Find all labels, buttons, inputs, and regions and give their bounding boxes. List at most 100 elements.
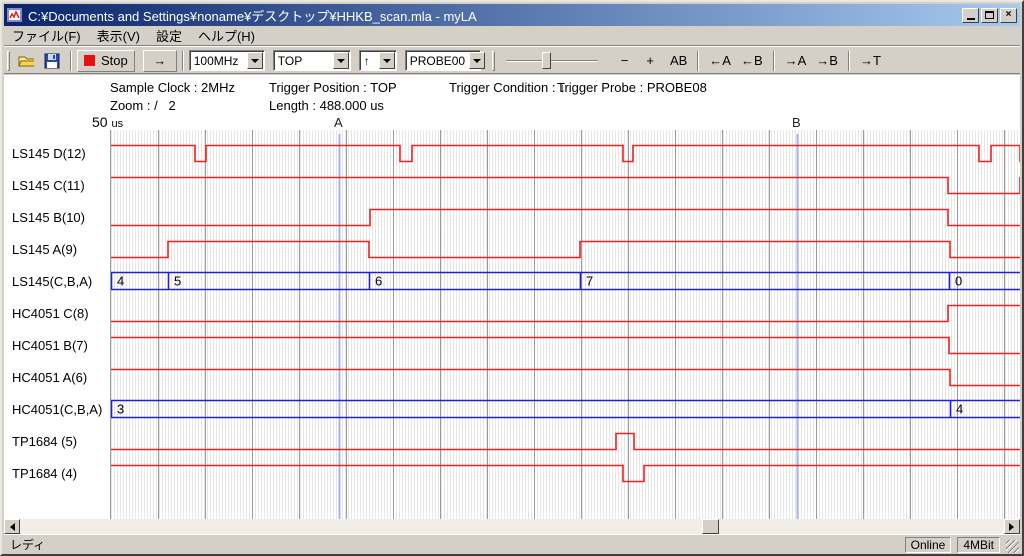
waveform-plot: 4 5 6 7 0 3 4 bbox=[111, 130, 1020, 519]
channel-label[interactable]: HC4051 A(6) bbox=[12, 370, 87, 386]
channel-label[interactable]: LS145(C,B,A) bbox=[12, 274, 92, 290]
channel-label[interactable]: LS145 B(10) bbox=[12, 210, 85, 226]
trigger-position-combo[interactable]: TOP bbox=[273, 50, 351, 71]
scroll-right-button[interactable] bbox=[1004, 519, 1020, 534]
bus-value: 4 bbox=[956, 402, 963, 417]
run-arrow-icon: → bbox=[153, 53, 166, 68]
toolbar-separator bbox=[697, 51, 699, 71]
bus-value: 0 bbox=[955, 274, 962, 289]
status-bar: レディ Online 4MBit bbox=[4, 534, 1020, 554]
channel-label[interactable]: LS145 A(9) bbox=[12, 242, 77, 258]
toolbar-separator bbox=[848, 51, 850, 71]
menu-help[interactable]: ヘルプ(H) bbox=[190, 24, 263, 47]
goto-b-button[interactable]: ←B bbox=[736, 50, 768, 72]
toolbar-separator bbox=[182, 51, 184, 71]
minimize-button[interactable] bbox=[962, 8, 979, 23]
save-floppy-icon bbox=[44, 53, 60, 69]
toolbar-separator bbox=[70, 51, 72, 71]
goto-a-button[interactable]: ←A bbox=[704, 50, 736, 72]
info-trigger-condition: Trigger Condition : ↓ bbox=[449, 80, 566, 95]
channel-label[interactable]: HC4051 C(8) bbox=[12, 306, 89, 322]
run-button[interactable]: → bbox=[143, 50, 177, 72]
stop-button[interactable]: Stop bbox=[77, 50, 135, 72]
capture-view: Sample Clock : 2MHz Trigger Position : T… bbox=[4, 75, 1020, 519]
toolbar: Stop → 100MHz TOP ↑ PROBE00 − + AB bbox=[4, 48, 1020, 74]
signal-trace bbox=[111, 178, 1020, 194]
channel-label[interactable]: HC4051 B(7) bbox=[12, 338, 88, 354]
menu-settings[interactable]: 設定 bbox=[148, 24, 190, 47]
waveform-grid[interactable]: 4 5 6 7 0 3 4 bbox=[110, 130, 1020, 519]
signal-trace bbox=[111, 146, 1020, 162]
zoom-in-button[interactable]: + bbox=[641, 50, 659, 72]
scroll-left-button[interactable] bbox=[4, 519, 20, 534]
info-trigger-position: Trigger Position : TOP bbox=[269, 80, 397, 95]
channel-label[interactable]: HC4051(C,B,A) bbox=[12, 402, 102, 418]
app-icon bbox=[7, 7, 23, 23]
marker-a-label: A bbox=[334, 115, 343, 130]
menu-file[interactable]: ファイル(F) bbox=[4, 24, 89, 47]
horizontal-scrollbar[interactable] bbox=[4, 519, 1020, 534]
channel-label[interactable]: LS145 C(11) bbox=[12, 178, 85, 194]
maximize-button[interactable] bbox=[981, 8, 998, 23]
channel-label[interactable]: LS145 D(12) bbox=[12, 146, 86, 162]
info-zoom: Zoom : / 2 bbox=[110, 98, 176, 113]
info-length: Length : 488.000 us bbox=[269, 98, 384, 113]
title-bar[interactable]: C:¥Documents and Settings¥noname¥デスクトップ¥… bbox=[4, 4, 1020, 26]
toolbar-grip[interactable] bbox=[7, 51, 10, 71]
set-a-button[interactable]: →A bbox=[780, 50, 812, 72]
slider-thumb[interactable] bbox=[542, 52, 551, 69]
set-b-button[interactable]: →B bbox=[811, 50, 843, 72]
scrollbar-track[interactable] bbox=[20, 519, 1004, 534]
chevron-down-icon[interactable] bbox=[469, 52, 485, 69]
arrow-left-icon bbox=[6, 523, 15, 531]
chevron-down-icon[interactable] bbox=[379, 52, 395, 69]
status-online: Online bbox=[905, 537, 952, 553]
resize-grip-icon[interactable] bbox=[1006, 540, 1019, 553]
channel-label[interactable]: TP1684 (4) bbox=[12, 466, 77, 482]
signal-trace bbox=[111, 338, 1020, 354]
scrollbar-thumb[interactable] bbox=[702, 519, 719, 534]
info-trigger-probe: Trigger Probe : PROBE08 bbox=[557, 80, 707, 95]
signal-trace bbox=[111, 370, 1020, 386]
zoom-slider[interactable] bbox=[506, 51, 598, 71]
signal-trace bbox=[111, 210, 1020, 226]
signal-trace bbox=[111, 242, 1020, 258]
ab-button[interactable]: AB bbox=[665, 50, 692, 72]
bus-value: 3 bbox=[117, 402, 124, 417]
info-sample-clock: Sample Clock : 2MHz bbox=[110, 80, 235, 95]
marker-b-label: B bbox=[792, 115, 801, 130]
toolbar-separator bbox=[773, 51, 775, 71]
status-ready: レディ bbox=[4, 536, 905, 553]
open-file-button[interactable] bbox=[13, 50, 39, 72]
channel-label[interactable]: TP1684 (5) bbox=[12, 434, 77, 450]
bus-value: 4 bbox=[117, 274, 124, 289]
bus-value: 5 bbox=[174, 274, 181, 289]
time-scale-label: 50 us bbox=[92, 114, 123, 130]
status-memory: 4MBit bbox=[957, 537, 1000, 553]
minimize-icon bbox=[967, 18, 975, 20]
sample-clock-combo[interactable]: 100MHz bbox=[189, 50, 265, 71]
signal-trace bbox=[111, 434, 1020, 450]
arrow-right-icon bbox=[1009, 523, 1018, 531]
close-button[interactable]: × bbox=[1000, 8, 1017, 23]
signal-trace bbox=[111, 466, 1020, 482]
goto-t-button[interactable]: →T bbox=[855, 50, 886, 72]
waveform-area: 50 us LS145 D(12)LS145 C(11)LS145 B(10)L… bbox=[4, 130, 1020, 519]
chevron-down-icon[interactable] bbox=[247, 52, 263, 69]
zoom-out-button[interactable]: − bbox=[616, 50, 634, 72]
maximize-icon bbox=[985, 11, 994, 19]
save-button[interactable] bbox=[39, 50, 65, 72]
stop-icon bbox=[84, 55, 95, 66]
chevron-down-icon[interactable] bbox=[333, 52, 349, 69]
bus-value: 6 bbox=[375, 274, 382, 289]
menu-view[interactable]: 表示(V) bbox=[89, 24, 148, 47]
close-icon: × bbox=[1006, 10, 1012, 20]
trigger-edge-combo[interactable]: ↑ bbox=[359, 50, 397, 71]
app-window: C:¥Documents and Settings¥noname¥デスクトップ¥… bbox=[0, 0, 1024, 556]
window-title: C:¥Documents and Settings¥noname¥デスクトップ¥… bbox=[28, 6, 960, 25]
bus-value: 7 bbox=[586, 274, 593, 289]
menu-bar: ファイル(F) 表示(V) 設定 ヘルプ(H) bbox=[4, 26, 1020, 46]
probe-combo[interactable]: PROBE00 bbox=[405, 50, 481, 71]
toolbar-grip[interactable] bbox=[492, 51, 495, 71]
open-folder-icon bbox=[18, 53, 34, 69]
